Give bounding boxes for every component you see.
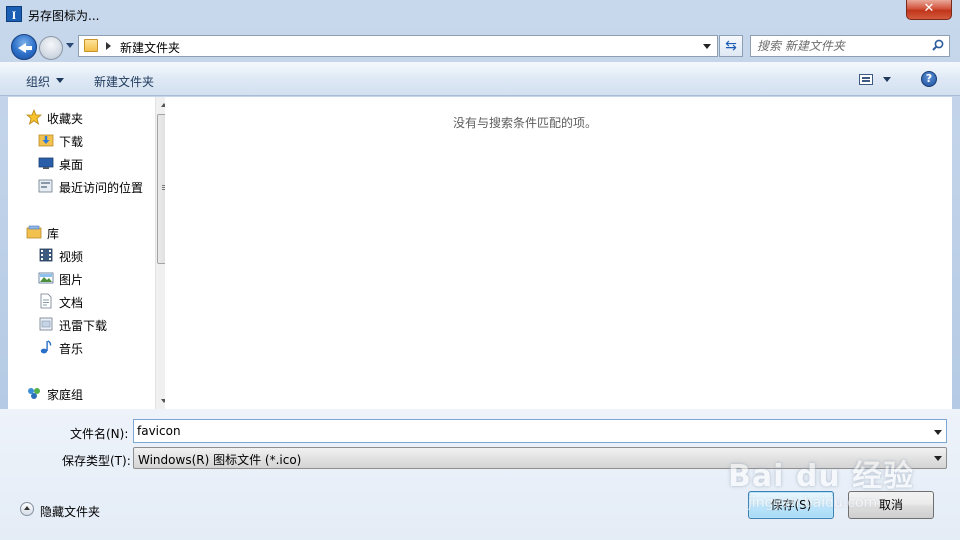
nav-item-label: 家庭组 bbox=[47, 388, 84, 402]
help-icon: ? bbox=[925, 72, 933, 85]
search-icon[interactable] bbox=[932, 39, 944, 51]
nav-item-label: 图片 bbox=[59, 273, 84, 287]
music-note-icon bbox=[40, 340, 52, 354]
breadcrumb-current-folder[interactable]: 新建文件夹 bbox=[120, 39, 180, 56]
command-toolbar: 组织 新建文件夹 ? bbox=[0, 62, 960, 96]
search-box[interactable] bbox=[750, 35, 950, 57]
watermark-logo-text: Bai du 经验 bbox=[728, 459, 915, 494]
folder-icon bbox=[84, 39, 98, 52]
close-button[interactable]: ✕ bbox=[906, 0, 952, 20]
file-list-pane[interactable]: 没有与搜索条件匹配的项。 bbox=[165, 97, 952, 409]
window-title: 另存图标为... bbox=[28, 9, 100, 23]
filename-combobox[interactable] bbox=[133, 419, 947, 443]
app-icon: I bbox=[6, 6, 22, 22]
back-button[interactable] bbox=[11, 34, 37, 60]
view-options-dropdown[interactable] bbox=[883, 77, 891, 82]
search-input[interactable] bbox=[757, 38, 927, 54]
baidu-jingyan-watermark: Bai du 经验 jingyan.baidu.com bbox=[728, 443, 918, 523]
filetype-selected-value: Windows(R) 图标文件 (*.ico) bbox=[138, 453, 302, 467]
chevron-down-icon[interactable] bbox=[934, 456, 942, 461]
desktop-icon bbox=[38, 157, 54, 169]
nav-item-label: 桌面 bbox=[59, 158, 84, 172]
change-view-button[interactable] bbox=[859, 74, 873, 85]
pictures-icon bbox=[38, 272, 54, 284]
address-history-dropdown[interactable] bbox=[703, 44, 711, 49]
navigation-pane: 收藏夹 下载 桌面 最近访问的位置 库 视频 图片 文档 迅雷下载 音乐 家庭组 bbox=[8, 97, 172, 409]
library-icon bbox=[26, 225, 42, 239]
nav-item-label: 最近访问的位置 bbox=[59, 181, 144, 195]
collapse-arrow-icon bbox=[20, 502, 34, 516]
nav-item-label: 迅雷下载 bbox=[59, 319, 108, 333]
homegroup-icon bbox=[28, 388, 40, 399]
downloads-library-icon bbox=[39, 317, 53, 331]
nav-item-label: 库 bbox=[47, 227, 60, 241]
filename-input[interactable] bbox=[137, 423, 917, 439]
documents-icon bbox=[40, 293, 52, 309]
organize-menu-button[interactable]: 组织 bbox=[26, 73, 50, 90]
star-icon bbox=[26, 109, 42, 125]
forward-button[interactable] bbox=[39, 36, 63, 60]
nav-item-label: 下载 bbox=[59, 135, 84, 149]
hide-folders-label: 隐藏文件夹 bbox=[40, 505, 101, 519]
recent-pages-dropdown[interactable] bbox=[66, 43, 74, 48]
chevron-down-icon[interactable] bbox=[934, 430, 942, 435]
refresh-button[interactable]: ⇆ bbox=[719, 35, 743, 57]
filename-label: 文件名(N): bbox=[70, 427, 129, 441]
video-icon bbox=[39, 248, 53, 262]
new-folder-button[interactable]: 新建文件夹 bbox=[94, 73, 154, 90]
downloads-folder-icon bbox=[38, 134, 54, 147]
save-dialog-window: I 另存图标为... ✕ 新建文件夹 ⇆ 组织 新建文件夹 ? bbox=[0, 0, 960, 540]
title-bar: I 另存图标为... ✕ bbox=[0, 0, 960, 30]
help-button[interactable]: ? bbox=[921, 71, 937, 87]
chevron-down-icon bbox=[56, 78, 64, 83]
breadcrumb-chevron-icon[interactable] bbox=[106, 42, 111, 50]
nav-item-label: 收藏夹 bbox=[47, 112, 84, 126]
nav-item-label: 文档 bbox=[59, 296, 84, 310]
filetype-label: 保存类型(T): bbox=[62, 454, 131, 468]
refresh-icon: ⇆ bbox=[725, 38, 737, 54]
empty-folder-message: 没有与搜索条件匹配的项。 bbox=[452, 116, 597, 130]
nav-item-label: 视频 bbox=[59, 250, 84, 264]
watermark-url: jingyan.baidu.com bbox=[748, 495, 878, 511]
nav-item-label: 音乐 bbox=[59, 342, 84, 356]
close-icon: ✕ bbox=[923, 1, 935, 16]
recent-places-icon bbox=[38, 179, 53, 193]
address-bar[interactable]: 新建文件夹 bbox=[78, 35, 718, 57]
